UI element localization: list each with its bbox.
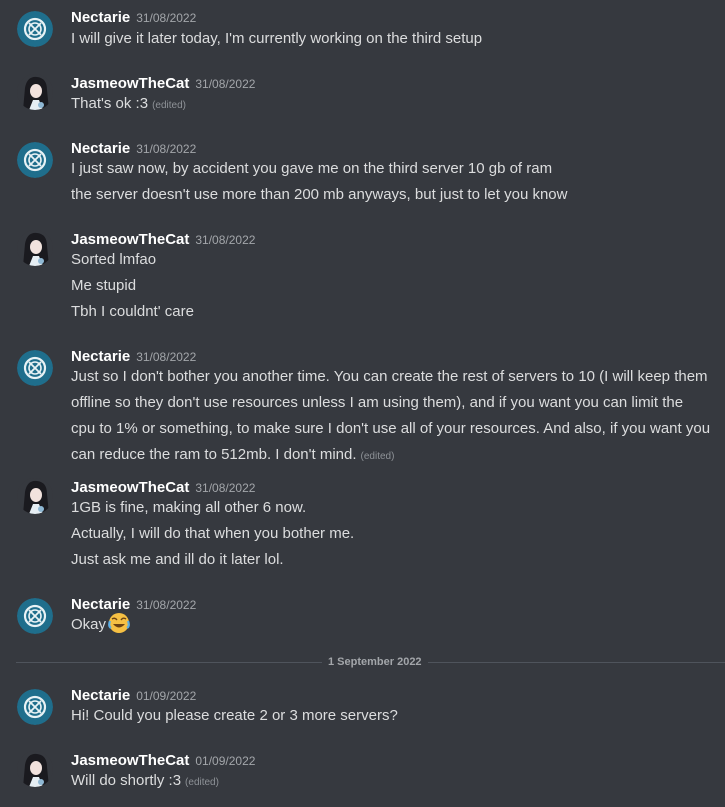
message-content: Will do shortly :3 (71, 772, 182, 789)
timestamp: 31/08/2022 (195, 481, 256, 495)
edited-tag: (edited) (152, 100, 186, 111)
timestamp: 31/08/2022 (136, 11, 197, 25)
timestamp: 31/08/2022 (195, 77, 256, 91)
edited-tag: (edited) (360, 451, 395, 462)
message-text: the server doesn't use more than 200 mb … (71, 182, 567, 208)
timestamp: 31/08/2022 (136, 142, 197, 156)
jasmeow-avatar-icon[interactable] (17, 751, 53, 787)
message-content: I just saw now, by accident you gave me … (71, 160, 553, 177)
nectarie-logo-icon[interactable] (17, 598, 53, 634)
message-content: the server doesn't use more than 200 mb … (71, 186, 568, 203)
message-content: Me stupid (71, 277, 137, 294)
edited-tag: (edited) (185, 777, 219, 788)
message-text: 1GB is fine, making all other 6 now. (71, 495, 306, 521)
timestamp: 01/09/2022 (195, 754, 256, 768)
nectarie-logo-icon[interactable] (17, 350, 53, 386)
timestamp: 31/08/2022 (136, 350, 197, 364)
message-content: Actually, I will do that when you bother… (71, 525, 355, 542)
message-content: Sorted lmfao (71, 251, 157, 268)
timestamp: 31/08/2022 (136, 598, 197, 612)
author-name[interactable]: Nectarie (71, 9, 130, 26)
date-divider-label: 1 September 2022 (322, 654, 428, 670)
timestamp: 01/09/2022 (136, 689, 197, 703)
message-text: Just ask me and ill do it later lol. (71, 547, 284, 573)
chat-messages: Nectarie 31/08/2022 I will give it later … (0, 0, 725, 807)
message-content: Tbh I couldnt' care (71, 303, 194, 320)
message-text: Me stupid (71, 273, 136, 299)
author-name[interactable]: Nectarie (71, 348, 130, 365)
message-text: Just so I don't bother you another time.… (71, 364, 711, 470)
message-text: Tbh I couldnt' care (71, 299, 194, 325)
message-content: I will give it later today, I'm currentl… (71, 30, 483, 47)
message-content: 1GB is fine, making all other 6 now. (71, 499, 307, 516)
jasmeow-avatar-icon[interactable] (17, 230, 53, 266)
message-content: Okay (71, 616, 107, 633)
message-content: That's ok :3 (71, 95, 149, 112)
message-text: Okay (71, 612, 130, 643)
nectarie-logo-icon[interactable] (17, 142, 53, 178)
message-text: I just saw now, by accident you gave me … (71, 156, 552, 182)
nectarie-logo-icon[interactable] (17, 11, 53, 47)
message-text: Actually, I will do that when you bother… (71, 521, 354, 547)
message-content: Hi! Could you please create 2 or 3 more … (71, 707, 398, 724)
joy-emoji-icon[interactable] (108, 612, 130, 643)
author-name[interactable]: JasmeowTheCat (71, 75, 189, 92)
jasmeow-avatar-icon[interactable] (17, 74, 53, 110)
author-name[interactable]: Nectarie (71, 687, 130, 704)
message-content: Just so I don't bother you another time.… (71, 368, 711, 463)
author-name[interactable]: JasmeowTheCat (71, 752, 189, 769)
message-text: Hi! Could you please create 2 or 3 more … (71, 703, 398, 729)
message-header: Nectarie 31/08/2022 (71, 8, 196, 28)
nectarie-logo-icon[interactable] (17, 689, 53, 725)
timestamp: 31/08/2022 (195, 233, 256, 247)
message-content: Just ask me and ill do it later lol. (71, 551, 284, 568)
author-name[interactable]: JasmeowTheCat (71, 479, 189, 496)
message-text: I will give it later today, I'm currentl… (71, 26, 482, 52)
message-text: That's ok :3 (edited) (71, 91, 186, 119)
message-text: Will do shortly :3 (edited) (71, 768, 219, 796)
author-name[interactable]: JasmeowTheCat (71, 231, 189, 248)
message-text: Sorted lmfao (71, 247, 156, 273)
author-name[interactable]: Nectarie (71, 140, 130, 157)
jasmeow-avatar-icon[interactable] (17, 478, 53, 514)
author-name[interactable]: Nectarie (71, 596, 130, 613)
